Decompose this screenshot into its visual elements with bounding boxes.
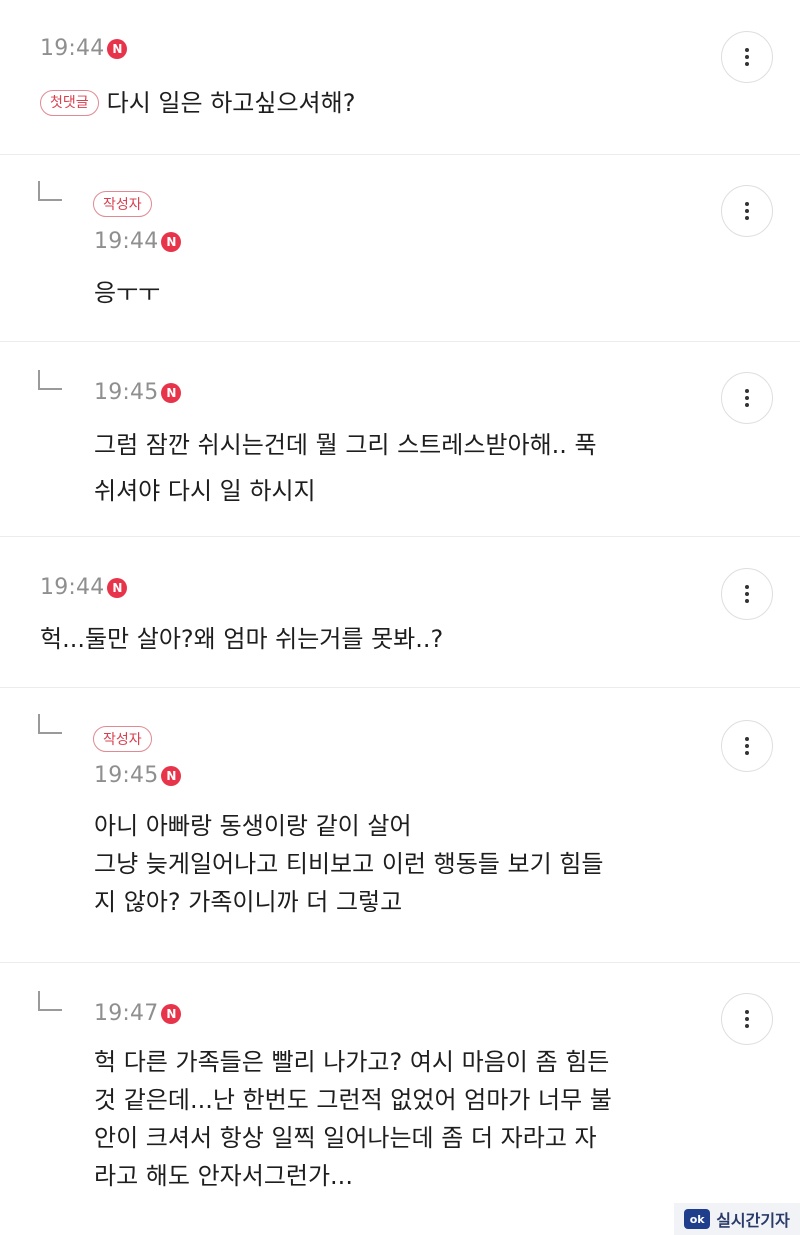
- new-badge: N: [161, 382, 182, 403]
- comment-body: 아니 아빠랑 동생이랑 같이 살어 그냥 늦게일어나고 티비보고 이런 행동들 …: [94, 807, 603, 921]
- more-vertical-icon: [745, 737, 749, 741]
- author-tag: 작성자: [93, 191, 152, 217]
- comment-time: 19:44: [40, 36, 105, 61]
- more-vertical-icon: [745, 389, 749, 393]
- comment-text-line: 헉...둘만 살아?왜 엄마 쉬는거를 못봐..?: [40, 625, 444, 653]
- comment-body: 첫댓글 다시 일은 하고싶으셔해?: [40, 84, 355, 122]
- comment-body: 그럼 잠깐 쉬시는건데 뭘 그리 스트레스받아해.. 푹 쉬셔야 다시 일 하시…: [94, 426, 597, 510]
- comment-text-line: 그럼 잠깐 쉬시는건데 뭘 그리 스트레스받아해.. 푹: [94, 431, 597, 459]
- new-badge: N: [161, 231, 182, 252]
- reply-arrow-icon: [38, 991, 62, 1011]
- watermark: ok 실시간기자: [674, 1203, 800, 1235]
- comment-text-line: 응ㅜㅜ: [94, 279, 161, 307]
- comment-text-line: 아니 아빠랑 동생이랑 같이 살어: [94, 812, 412, 840]
- comment-time: 19:47: [94, 1001, 159, 1026]
- more-options-button[interactable]: [721, 568, 773, 620]
- more-options-button[interactable]: [721, 372, 773, 424]
- comment-text-line: 다시 일은 하고싶으셔해?: [106, 89, 356, 117]
- comment-text-line: 안이 크셔서 항상 일찍 일어나는데 좀 더 자라고 자: [94, 1124, 597, 1152]
- comment-meta: 19:45 N: [94, 763, 182, 788]
- more-vertical-icon: [745, 1010, 749, 1014]
- comment-body: 헉 다른 가족들은 빨리 나가고? 여시 마음이 좀 힘든 것 같은데...난 …: [94, 1043, 612, 1195]
- reply-arrow-icon: [38, 714, 62, 734]
- more-options-button[interactable]: [721, 993, 773, 1045]
- comment-time: 19:45: [94, 763, 159, 788]
- comment-text-line: 라고 해도 안자서그런가...: [94, 1162, 353, 1190]
- comment-text-line: 지 않아? 가족이니까 더 그렇고: [94, 888, 403, 916]
- more-options-button[interactable]: [721, 720, 773, 772]
- comment-item: 19:44 N 첫댓글 다시 일은 하고싶으셔해?: [0, 0, 800, 155]
- more-vertical-icon: [745, 202, 749, 206]
- reply-item: 작성자 19:45 N 아니 아빠랑 동생이랑 같이 살어 그냥 늦게일어나고 …: [0, 688, 800, 963]
- watermark-logo-icon: ok: [684, 1209, 711, 1229]
- more-vertical-icon: [745, 585, 749, 589]
- comment-text-line: 그냥 늦게일어나고 티비보고 이런 행동들 보기 힘들: [94, 850, 604, 878]
- first-comment-tag: 첫댓글: [40, 90, 99, 116]
- comment-time: 19:45: [94, 380, 159, 405]
- reply-arrow-icon: [38, 181, 62, 201]
- comment-body: 응ㅜㅜ: [94, 274, 160, 312]
- comment-time: 19:44: [40, 575, 105, 600]
- watermark-text: 실시간기자: [716, 1211, 790, 1230]
- more-options-button[interactable]: [721, 185, 773, 237]
- reply-item: 작성자 19:44 N 응ㅜㅜ: [0, 155, 800, 342]
- comment-body: 헉...둘만 살아?왜 엄마 쉬는거를 못봐..?: [40, 620, 443, 658]
- reply-item: 19:45 N 그럼 잠깐 쉬시는건데 뭘 그리 스트레스받아해.. 푹 쉬셔야…: [0, 342, 800, 537]
- comment-meta: 19:44 N: [40, 36, 128, 61]
- comment-text-line: 헉 다른 가족들은 빨리 나가고? 여시 마음이 좀 힘든: [94, 1048, 610, 1076]
- comment-time: 19:44: [94, 229, 159, 254]
- comment-meta: 19:45 N: [94, 380, 182, 405]
- comment-text-line: 쉬셔야 다시 일 하시지: [94, 477, 316, 505]
- reply-arrow-icon: [38, 370, 62, 390]
- comment-meta: 19:44 N: [94, 229, 182, 254]
- new-badge: N: [107, 38, 128, 59]
- new-badge: N: [161, 1003, 182, 1024]
- comment-meta: 19:47 N: [94, 1001, 182, 1026]
- new-badge: N: [107, 577, 128, 598]
- comment-item: 19:44 N 헉...둘만 살아?왜 엄마 쉬는거를 못봐..?: [0, 537, 800, 688]
- comment-text-line: 것 같은데...난 한번도 그런적 없었어 엄마가 너무 불: [94, 1086, 612, 1114]
- comment-meta: 19:44 N: [40, 575, 128, 600]
- reply-item: 19:47 N 헉 다른 가족들은 빨리 나가고? 여시 마음이 좀 힘든 것 …: [0, 963, 800, 1235]
- author-tag: 작성자: [93, 726, 152, 752]
- new-badge: N: [161, 765, 182, 786]
- more-options-button[interactable]: [721, 31, 773, 83]
- more-vertical-icon: [745, 48, 749, 52]
